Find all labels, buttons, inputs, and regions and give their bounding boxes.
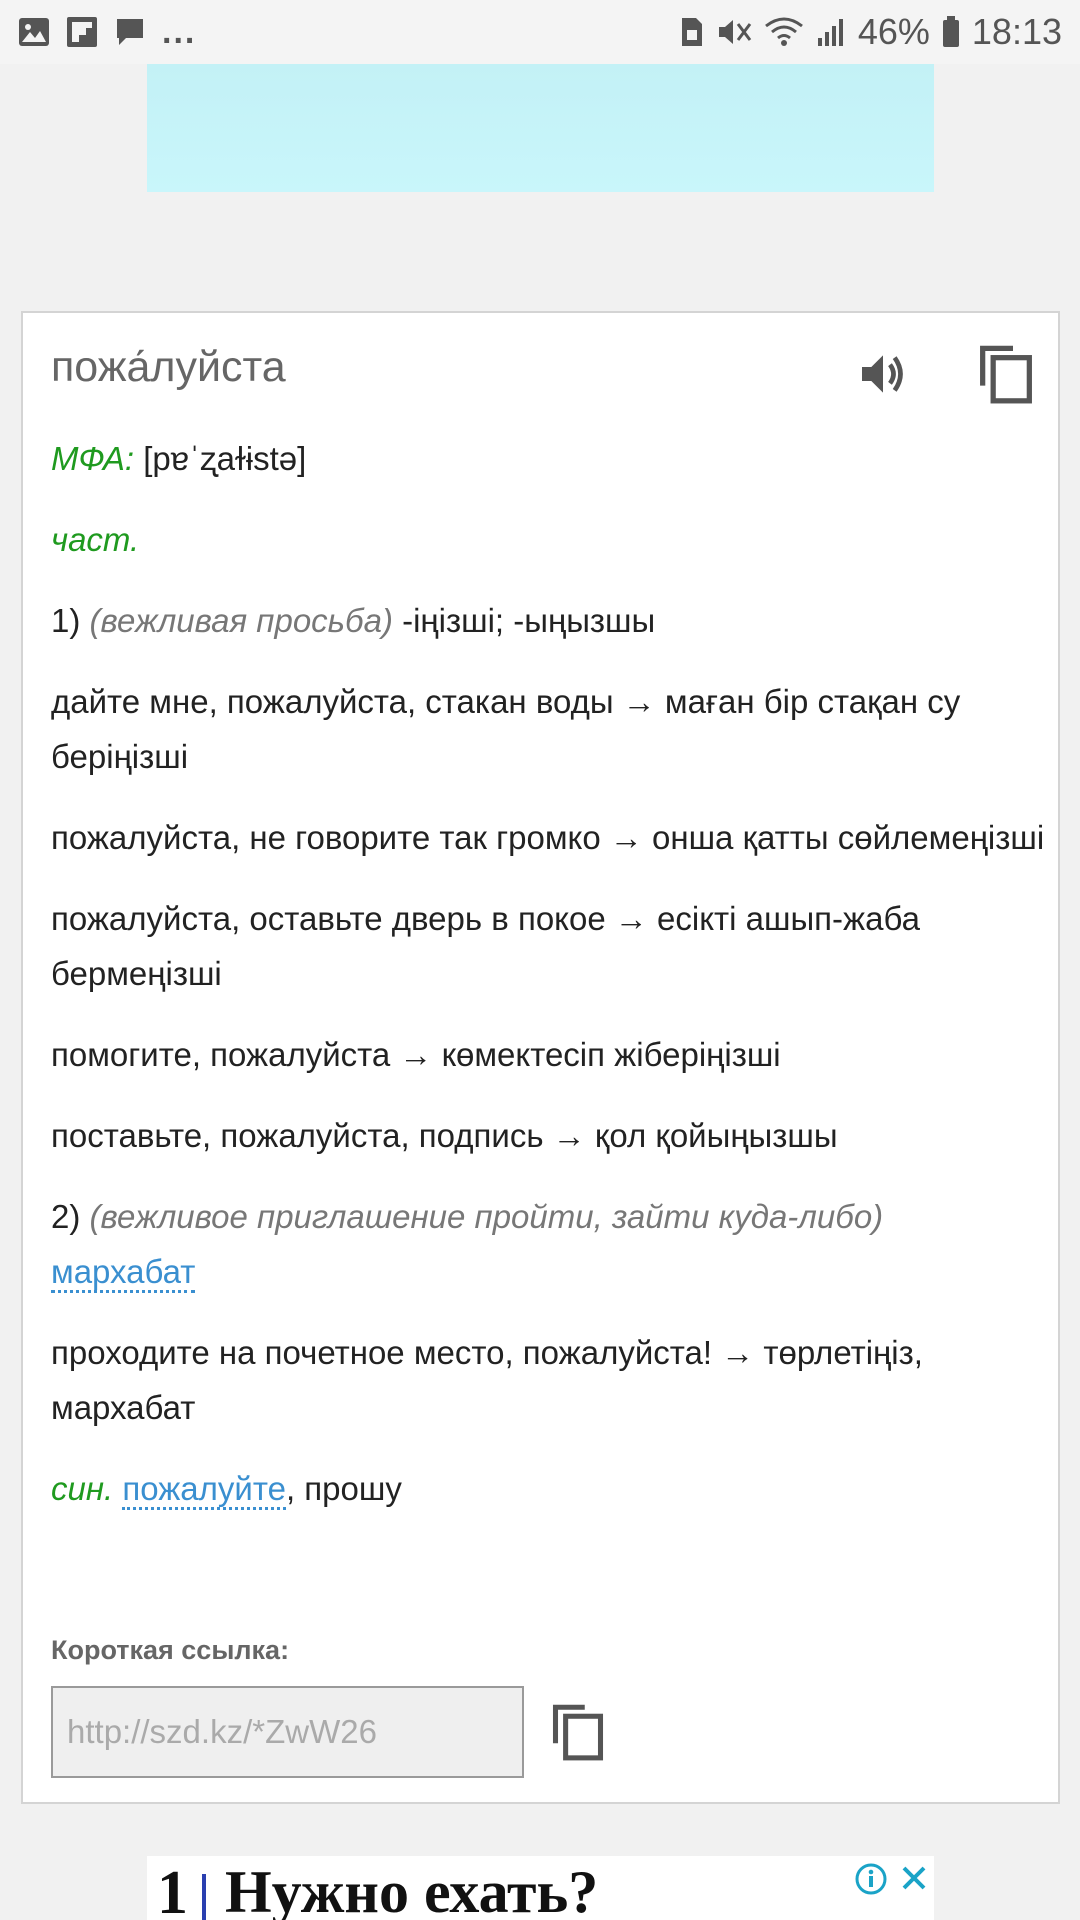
- copy-icon: [980, 345, 1032, 404]
- top-ad-banner[interactable]: [147, 64, 934, 192]
- clock: 18:13: [971, 11, 1062, 52]
- status-left: ...: [18, 13, 196, 52]
- speaker-icon: [862, 355, 903, 393]
- entry-body: МФА: [pɐˈʐaɫɨstə] част. 1) (вежливая про…: [51, 431, 1051, 1542]
- short-link-label: Короткая ссылка:: [51, 1635, 290, 1665]
- sense-2: 2) (вежливое приглашение пройти, зайти к…: [51, 1189, 1051, 1299]
- example-item: пожалуйста, оставьте дверь в покое → есі…: [51, 900, 920, 992]
- copy-short-link-button[interactable]: [543, 1697, 613, 1767]
- ipa-line: МФА: [pɐˈʐaɫɨstə]: [51, 431, 1051, 486]
- copy-word-button[interactable]: [971, 339, 1041, 409]
- example-item: пожалуйста, не говорите так громко → онш…: [51, 819, 1045, 856]
- flipboard-icon: [66, 16, 98, 48]
- sense-1: 1) (вежливая просьба) -іңізші; -ыңызшы: [51, 593, 1051, 648]
- sim-icon: [680, 16, 704, 48]
- example-item: помогите, пожалуйста → көмектесіп жібері…: [51, 1036, 781, 1073]
- synonyms-rest: , прошу: [285, 1470, 402, 1507]
- sense-1-note: (вежливая просьба): [89, 602, 393, 639]
- ipa-label: МФА:: [51, 440, 135, 477]
- more-notifications: ...: [162, 12, 197, 51]
- entry-card: пожа́луйста МФА: [pɐˈʐaɫɨstə] част. 1) (…: [21, 311, 1060, 1804]
- sense-1-translation: -іңізші; -ыңызшы: [402, 602, 656, 639]
- ad-title: Нужно ехать?: [225, 1859, 599, 1920]
- sense-2-number: 2): [51, 1198, 81, 1235]
- ad-number: 1: [157, 1859, 188, 1920]
- message-icon: [114, 16, 146, 48]
- image-icon: [18, 17, 50, 47]
- sense-2-note: (вежливое приглашение пройти, зайти куда…: [89, 1198, 884, 1235]
- part-of-speech-line: част.: [51, 512, 1051, 567]
- wifi-icon: [764, 16, 804, 48]
- close-icon: [902, 1866, 926, 1890]
- info-icon: [855, 1863, 887, 1895]
- ad-info-button[interactable]: [854, 1862, 888, 1896]
- sense-2-translation-link[interactable]: мархабат: [51, 1253, 196, 1293]
- status-right: 46% 18:13: [680, 11, 1062, 53]
- copy-icon: [552, 1704, 604, 1761]
- battery-percent: 46%: [857, 11, 930, 52]
- synonyms-line: син. пожалуйте, прошу: [51, 1461, 1051, 1516]
- battery-icon: [942, 16, 960, 48]
- example-item: дайте мне, пожалуйста, стакан воды → мағ…: [51, 683, 961, 775]
- ipa-transcription: [pɐˈʐaɫɨstə]: [143, 440, 307, 477]
- short-link-field[interactable]: [51, 1686, 524, 1778]
- headword: пожа́луйста: [51, 343, 286, 391]
- sense-1-number: 1): [51, 602, 81, 639]
- part-of-speech: част.: [51, 521, 140, 558]
- pronounce-button[interactable]: [848, 339, 918, 409]
- example-item: проходите на почетное место, пожалуйста!…: [51, 1334, 923, 1426]
- example-item: поставьте, пожалуйста, подпись → қол қой…: [51, 1117, 838, 1154]
- ad-close-button[interactable]: [896, 1860, 932, 1896]
- mute-icon: [716, 16, 752, 48]
- bottom-ad-banner[interactable]: 1 Нужно ехать?: [147, 1856, 934, 1920]
- status-bar: ... 46% 18:13: [0, 0, 1080, 64]
- ad-divider: [202, 1874, 206, 1920]
- signal-icon: [816, 16, 846, 48]
- synonym-link[interactable]: пожалуйте: [122, 1470, 286, 1510]
- synonyms-label: син.: [51, 1470, 114, 1507]
